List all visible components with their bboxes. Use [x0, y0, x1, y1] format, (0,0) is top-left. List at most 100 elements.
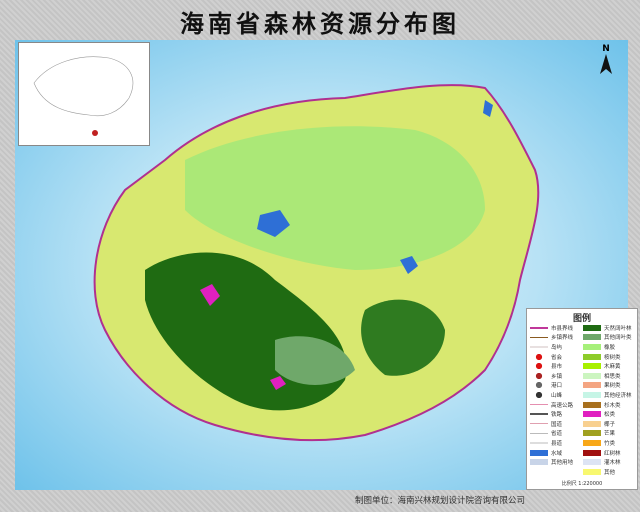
dot-icon — [530, 363, 548, 370]
legend-swatch — [583, 468, 601, 475]
legend-label: 高速公路 — [551, 402, 574, 409]
legend-item: 木麻黄 — [583, 361, 637, 371]
legend-item: 省道 — [530, 429, 584, 439]
peak-icon — [530, 391, 548, 398]
legend-swatch — [530, 459, 548, 466]
legend-item: 省会 — [530, 352, 584, 362]
legend-label: 县道 — [551, 440, 563, 447]
legend-line-icon — [530, 327, 548, 329]
legend-label: 木麻黄 — [604, 364, 621, 371]
legend-item: 铁路 — [530, 409, 584, 419]
legend-label: 松类 — [604, 412, 616, 419]
legend-swatch — [583, 411, 601, 418]
legend-swatch — [583, 372, 601, 379]
legend-swatch — [583, 449, 601, 456]
legend-item: 其他阔叶类 — [583, 333, 637, 343]
legend-swatch — [583, 391, 601, 398]
map-title: 海南省森林资源分布图 — [180, 9, 460, 38]
legend-line-icon — [530, 442, 548, 444]
dot-icon — [530, 353, 548, 360]
north-arrow: N — [598, 44, 614, 77]
legend-swatch — [583, 334, 601, 341]
legend-item: 乡镇界线 — [530, 333, 584, 343]
china-outline-map — [33, 56, 134, 136]
legend-label: 其他 — [604, 469, 616, 476]
legend-item: 市县界线 — [530, 323, 584, 333]
legend-item: 国道 — [530, 419, 584, 429]
north-label: N — [602, 44, 610, 54]
legend-swatch — [583, 324, 601, 331]
legend-swatch — [583, 353, 601, 360]
legend-item: 其他用地 — [530, 457, 584, 467]
legend-label: 铁路 — [551, 412, 563, 419]
legend-label: 乡镇界线 — [551, 335, 574, 342]
legend-item: 松类 — [583, 409, 637, 419]
legend-right-column: 天然阔叶林其他阔叶类橡胶 桉树类木麻黄相思类果树类其他经济林杉木类松类椰子芒果竹类… — [583, 323, 637, 477]
legend-item: 山峰 — [530, 390, 584, 400]
legend-item: 相思类 — [583, 371, 637, 381]
dot-icon — [530, 382, 548, 389]
legend-item: 天然阔叶林 — [583, 323, 637, 333]
legend-item: 县道 — [530, 438, 584, 448]
legend-line-icon — [530, 346, 548, 348]
china-locator-inset — [18, 42, 150, 146]
legend-label: 相思类 — [604, 373, 621, 380]
legend-label: 省道 — [551, 431, 563, 438]
legend-swatch — [583, 382, 601, 389]
legend-label: 国道 — [551, 421, 563, 428]
legend-label: 灌木林 — [604, 460, 621, 467]
legend-label: 其他用地 — [551, 460, 574, 467]
legend-item: 水域 — [530, 448, 584, 458]
legend-swatch — [583, 459, 601, 466]
legend-label: 省会 — [551, 354, 563, 361]
legend-item: 港口 — [530, 381, 584, 391]
legend-label: 天然阔叶林 — [604, 325, 632, 332]
legend-item: 桉树类 — [583, 352, 637, 362]
legend-item: 其他经济林 — [583, 390, 637, 400]
legend-item: 竹类 — [583, 438, 637, 448]
legend-item: 乡镇 — [530, 371, 584, 381]
legend-item: 果树类 — [583, 381, 637, 391]
legend-label: 芒果 — [604, 431, 616, 438]
legend-item: 芒果 — [583, 429, 637, 439]
legend-item: 橡胶 — [583, 342, 637, 352]
legend-swatch — [530, 449, 548, 456]
legend: 图例 市县界线 乡镇界线 岛屿 省会 县市 乡镇 港口 山峰 高速公路 铁路 国道 省道 县道 水域 其他用… — [526, 308, 638, 490]
legend-label: 果树类 — [604, 383, 621, 390]
legend-left-column: 市县界线乡镇界线岛屿省会县市乡镇港口山峰高速公路铁路国道省道县道水域其他用地 — [530, 323, 584, 467]
legend-swatch — [583, 439, 601, 446]
legend-swatch — [583, 401, 601, 408]
legend-label: 乡镇 — [551, 373, 563, 380]
legend-item: 高速公路 — [530, 400, 584, 410]
legend-item: 椰子 — [583, 419, 637, 429]
legend-label: 红树林 — [604, 450, 621, 457]
legend-label: 县市 — [551, 364, 563, 371]
north-arrow-icon — [600, 54, 612, 74]
scale-text: 比例尺 1:220000 — [561, 481, 603, 487]
legend-item: 杉木类 — [583, 400, 637, 410]
dot-icon — [530, 372, 548, 379]
legend-label: 山峰 — [551, 392, 563, 399]
legend-item: 灌木林 — [583, 457, 637, 467]
legend-label: 竹类 — [604, 440, 616, 447]
legend-line-icon — [530, 403, 548, 406]
legend-item: 岛屿 — [530, 342, 584, 352]
legend-label: 椰子 — [604, 421, 616, 428]
hainan-location-marker — [92, 130, 98, 136]
legend-label: 市县界线 — [551, 325, 574, 332]
legend-label: 杉木类 — [604, 402, 621, 409]
legend-item: 县市 — [530, 361, 584, 371]
legend-item: 红树林 — [583, 448, 637, 458]
legend-swatch — [583, 363, 601, 370]
legend-label: 其他经济林 — [604, 392, 632, 399]
legend-item: 其他 — [583, 467, 637, 477]
legend-line-icon — [530, 413, 548, 415]
legend-line-icon — [530, 422, 548, 425]
legend-label: 橡胶 — [604, 344, 616, 351]
legend-swatch — [583, 430, 601, 437]
legend-label: 其他阔叶类 — [604, 335, 632, 342]
legend-label: 港口 — [551, 383, 563, 390]
legend-label: 岛屿 — [551, 344, 563, 351]
legend-line-icon — [530, 336, 548, 339]
legend-label: 水域 — [551, 450, 563, 457]
